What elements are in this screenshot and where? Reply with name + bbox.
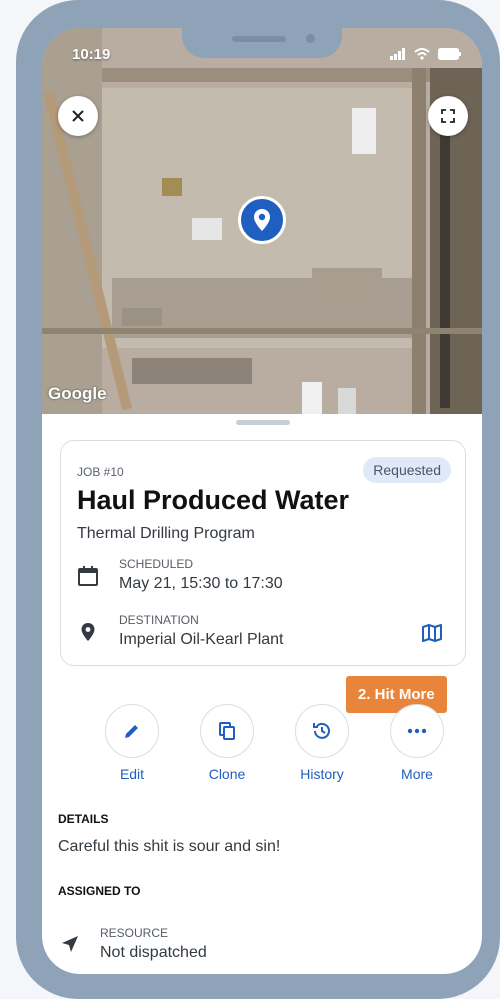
status-badge: Requested	[363, 457, 451, 483]
edit-button[interactable]: Edit	[92, 704, 172, 782]
status-time: 10:19	[72, 46, 111, 63]
google-attribution: Google	[48, 384, 107, 403]
clone-label: Clone	[208, 766, 246, 782]
map-icon	[422, 624, 442, 642]
more-button[interactable]: More	[377, 704, 457, 782]
app-screen: 10:19 Google JOB #10 Requested Haul Prod…	[42, 28, 482, 974]
speaker	[232, 36, 286, 42]
history-label: History	[300, 766, 344, 782]
destination-value: Imperial Oil-Kearl Plant	[119, 631, 284, 648]
more-label: More	[401, 766, 433, 782]
assigned-heading: ASSIGNED TO	[58, 884, 141, 898]
sheet-drag-handle[interactable]	[236, 420, 290, 425]
more-circle[interactable]	[390, 704, 444, 758]
action-bar: Edit Clone History More	[72, 704, 462, 784]
destination-label: DESTINATION	[119, 613, 199, 627]
status-icons	[390, 48, 462, 60]
navigation-arrow-icon	[62, 936, 78, 952]
job-program: Thermal Drilling Program	[77, 525, 255, 542]
wifi-icon	[414, 48, 430, 60]
scheduled-row: SCHEDULED May 21, 15:30 to 17:30	[77, 557, 437, 601]
scheduled-label: SCHEDULED	[119, 557, 194, 571]
battery-icon	[438, 48, 461, 60]
job-summary-card: JOB #10 Requested Haul Produced Water Th…	[60, 440, 466, 666]
edit-circle[interactable]	[105, 704, 159, 758]
phone-notch	[182, 28, 342, 58]
destination-row: DESTINATION Imperial Oil-Kearl Plant	[77, 613, 447, 657]
details-text: Careful this shit is sour and sin!	[58, 838, 281, 855]
resource-value: Not dispatched	[100, 944, 207, 961]
close-icon	[72, 110, 84, 122]
camera	[306, 34, 315, 43]
pencil-icon	[125, 725, 138, 738]
place-icon	[81, 623, 95, 641]
resource-label: RESOURCE	[100, 926, 169, 940]
expand-icon	[441, 109, 455, 123]
job-location-marker[interactable]	[238, 196, 286, 244]
history-icon	[313, 722, 330, 739]
history-button[interactable]: History	[282, 704, 362, 782]
clone-button[interactable]: Clone	[187, 704, 267, 782]
signal-icon	[390, 48, 405, 60]
expand-map-button[interactable]	[428, 96, 468, 136]
job-number: JOB #10	[77, 465, 124, 479]
scheduled-value: May 21, 15:30 to 17:30	[119, 575, 283, 592]
clone-circle[interactable]	[200, 704, 254, 758]
more-icon	[407, 728, 427, 734]
calendar-icon	[78, 566, 98, 586]
location-pin-icon	[254, 209, 270, 231]
history-circle[interactable]	[295, 704, 349, 758]
copy-icon	[219, 722, 235, 740]
job-title: Haul Produced Water	[77, 485, 350, 515]
edit-label: Edit	[119, 766, 145, 782]
close-map-button[interactable]	[58, 96, 98, 136]
map-view[interactable]: 10:19 Google	[42, 28, 482, 414]
open-map-button[interactable]	[421, 623, 443, 648]
details-heading: DETAILS	[58, 812, 109, 826]
